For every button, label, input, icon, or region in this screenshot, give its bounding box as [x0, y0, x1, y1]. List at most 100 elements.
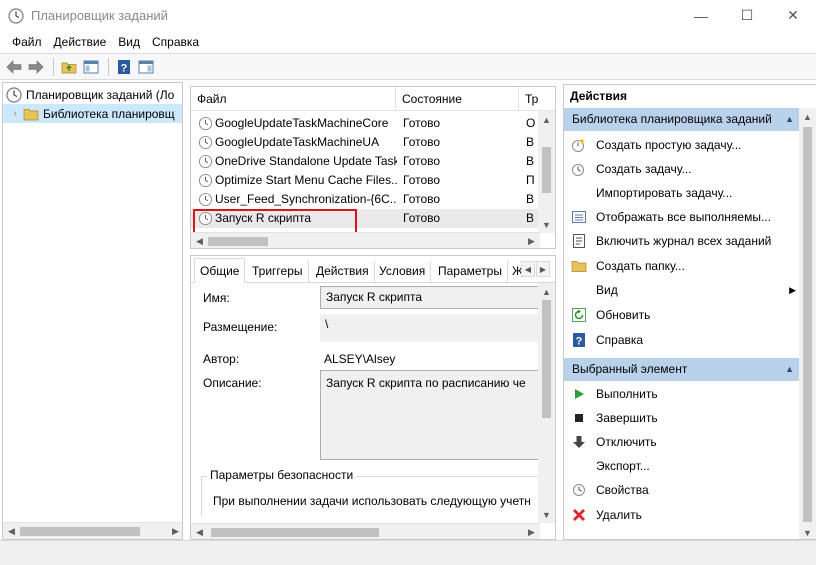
task-row[interactable]: GoogleUpdateTaskMachineCore Готово О: [191, 114, 540, 133]
description-field[interactable]: Запуск R скрипта по расписанию че: [320, 370, 542, 460]
section-title: Библиотека планировщика заданий: [572, 112, 772, 126]
tab-settings[interactable]: Параметры: [433, 261, 508, 282]
folder-up-icon: [61, 62, 77, 73]
menu-action[interactable]: Действие: [48, 35, 113, 49]
action-end[interactable]: Завершить: [564, 406, 800, 430]
folder-icon: [23, 108, 39, 120]
actions-section-selected-item[interactable]: Выбранный элемент ▲: [564, 358, 800, 381]
tab-conditions[interactable]: Условия: [374, 261, 432, 282]
details-vertical-scrollbar[interactable]: ▲ ▼: [538, 283, 555, 523]
scroll-thumb[interactable]: [211, 528, 379, 537]
action-label: Свойства: [596, 483, 649, 497]
task-row[interactable]: Optimize Start Menu Cache Files... Готов…: [191, 171, 540, 190]
task-name: User_Feed_Synchronization-{6C...: [215, 192, 397, 206]
action-label: Экспорт...: [596, 459, 650, 473]
action-import-task[interactable]: Импортировать задачу...: [564, 181, 800, 205]
action-disable[interactable]: Отключить: [564, 430, 800, 454]
column-header-status[interactable]: Состояние: [396, 87, 519, 111]
tree-horizontal-scrollbar[interactable]: ◀ ▶: [3, 522, 182, 539]
create-task-icon: [571, 161, 587, 177]
scroll-down-icon[interactable]: ▼: [799, 524, 816, 539]
refresh-icon: [571, 307, 587, 323]
back-button[interactable]: [4, 57, 24, 77]
task-list-panel: Файл Состояние Тр GoogleUpdateTaskMachin…: [190, 86, 556, 249]
security-options-title: Параметры безопасности: [207, 468, 357, 482]
scroll-down-icon[interactable]: ▼: [538, 506, 555, 523]
tree-item-root[interactable]: Планировщик заданий (Ло: [6, 85, 174, 104]
task-status: Готово: [403, 154, 441, 168]
task-row[interactable]: GoogleUpdateTaskMachineUA Готово В: [191, 133, 540, 152]
section-title: Выбранный элемент: [572, 362, 688, 376]
action-new-folder[interactable]: Создать папку...: [564, 254, 800, 278]
show-hide-console-tree-button[interactable]: [81, 57, 101, 77]
task-clock-icon: [198, 116, 213, 131]
menu-help[interactable]: Справка: [146, 35, 205, 49]
help-button[interactable]: ?: [114, 57, 134, 77]
task-list-horizontal-scrollbar[interactable]: ◀ ▶: [191, 232, 540, 248]
menu-view[interactable]: Вид: [112, 35, 146, 49]
forward-button[interactable]: [26, 57, 46, 77]
action-run[interactable]: Выполнить: [564, 382, 800, 406]
tab-scroll-left-icon[interactable]: ◀: [521, 261, 535, 277]
task-list-vertical-scrollbar[interactable]: ▲ ▼: [538, 111, 555, 233]
action-label: Импортировать задачу...: [596, 186, 733, 200]
scroll-right-icon[interactable]: ▶: [523, 233, 540, 248]
action-display-running-tasks[interactable]: Отображать все выполняемы...: [564, 205, 800, 229]
action-refresh[interactable]: Обновить: [564, 303, 800, 327]
menu-file[interactable]: Файл: [6, 35, 48, 49]
scroll-left-icon[interactable]: ◀: [3, 523, 20, 539]
expand-chevron-icon[interactable]: ›: [9, 108, 21, 119]
clock-icon: [6, 86, 22, 103]
history-icon: [571, 233, 587, 249]
collapse-arrow-icon[interactable]: ▲: [785, 358, 794, 381]
scroll-left-icon[interactable]: ◀: [191, 524, 208, 539]
scroll-up-icon[interactable]: ▲: [799, 108, 816, 125]
action-label: Создать задачу...: [596, 162, 692, 176]
scroll-down-icon[interactable]: ▼: [538, 216, 555, 233]
task-row-selected[interactable]: Запуск R скрипта Готово В: [191, 209, 540, 228]
action-help[interactable]: ? Справка: [564, 328, 800, 352]
tab-general[interactable]: Общие: [194, 258, 246, 283]
scroll-left-icon[interactable]: ◀: [191, 233, 208, 248]
create-basic-task-icon: [571, 137, 587, 153]
scroll-thumb[interactable]: [542, 300, 551, 418]
maximize-button[interactable]: ☐: [724, 0, 770, 31]
action-label: Включить журнал всех заданий: [596, 234, 772, 248]
action-create-basic-task[interactable]: Создать простую задачу...: [564, 133, 800, 157]
scroll-thumb[interactable]: [803, 127, 812, 522]
scroll-thumb[interactable]: [20, 527, 140, 536]
console-tree-panel: Планировщик заданий (Ло › Библиотека пла…: [2, 82, 183, 540]
description-label: Описание:: [203, 376, 262, 390]
scroll-up-icon[interactable]: ▲: [538, 283, 555, 300]
scroll-right-icon[interactable]: ▶: [523, 524, 540, 539]
action-view[interactable]: Вид ▶: [564, 278, 800, 302]
tree-item-library[interactable]: › Библиотека планировщ: [3, 104, 182, 123]
task-row[interactable]: OneDrive Standalone Update Task Готово В: [191, 152, 540, 171]
column-header-name[interactable]: Файл: [191, 87, 396, 111]
tab-triggers[interactable]: Триггеры: [247, 261, 309, 282]
action-export[interactable]: Экспорт...: [564, 454, 800, 478]
actions-vertical-scrollbar[interactable]: ▲ ▼: [799, 108, 816, 539]
collapse-arrow-icon[interactable]: ▲: [785, 108, 794, 131]
tree-item-label: Библиотека планировщ: [43, 106, 175, 121]
column-header-triggers[interactable]: Тр: [519, 87, 555, 111]
tab-actions[interactable]: Действия: [311, 261, 375, 282]
action-delete[interactable]: Удалить: [564, 503, 800, 527]
action-properties[interactable]: Свойства: [564, 478, 800, 502]
tab-scroll-right-icon[interactable]: ▶: [536, 261, 550, 277]
close-button[interactable]: ✕: [770, 0, 816, 31]
details-tabs: Общие Триггеры Действия Условия Параметр…: [191, 256, 555, 283]
scroll-up-icon[interactable]: ▲: [538, 111, 555, 128]
details-horizontal-scrollbar[interactable]: ◀ ▶: [191, 523, 540, 539]
action-create-task[interactable]: Создать задачу...: [564, 157, 800, 181]
show-hide-action-pane-button[interactable]: [136, 57, 156, 77]
minimize-button[interactable]: —: [678, 0, 724, 31]
task-row[interactable]: User_Feed_Synchronization-{6C... Готово …: [191, 190, 540, 209]
scroll-right-icon[interactable]: ▶: [167, 523, 182, 539]
scroll-thumb[interactable]: [208, 237, 268, 246]
up-folder-button[interactable]: [59, 57, 79, 77]
scroll-thumb[interactable]: [542, 147, 551, 193]
action-enable-history[interactable]: Включить журнал всех заданий: [564, 229, 800, 253]
name-field[interactable]: Запуск R скрипта: [320, 286, 542, 309]
actions-section-library[interactable]: Библиотека планировщика заданий ▲: [564, 108, 800, 131]
